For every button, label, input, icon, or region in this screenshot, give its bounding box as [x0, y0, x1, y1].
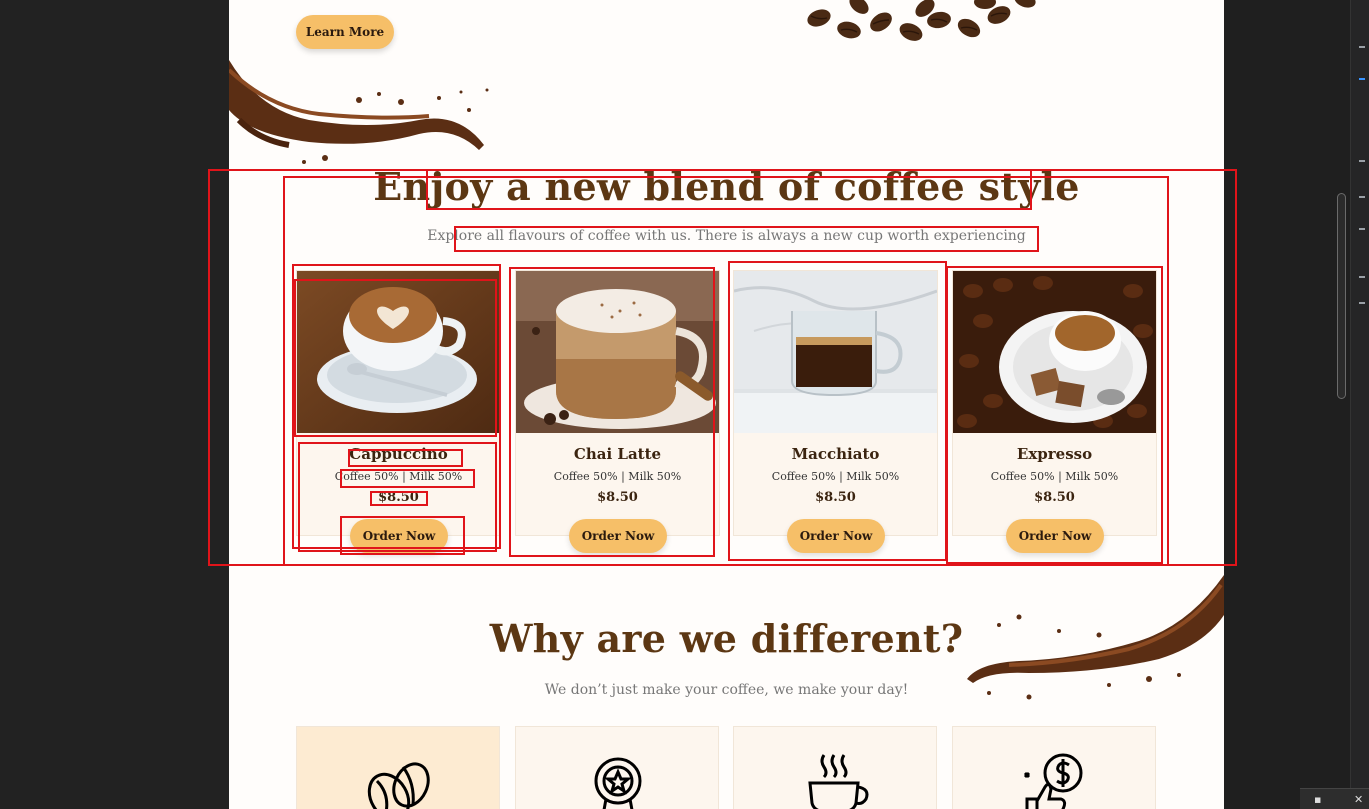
- product-description: Coffee 50% | Milk 50%: [771, 470, 900, 483]
- product-description: Coffee 50% | Milk 50%: [990, 470, 1119, 483]
- blend-section-subtitle: Explore all flavours of coffee with us. …: [427, 228, 1026, 244]
- learn-more-button[interactable]: Learn More: [296, 15, 394, 49]
- product-name: Macchiato: [791, 445, 880, 463]
- page-gutter: [1224, 0, 1350, 809]
- taskbar-tile[interactable]: ▪ ✕: [1300, 788, 1369, 809]
- order-now-button[interactable]: Order Now: [569, 519, 667, 553]
- coffee-beans-image: [807, 0, 1036, 41]
- product-price: $8.50: [1034, 490, 1075, 505]
- coffee-website-page: Learn More Enjoy a new blend of coffee s…: [229, 0, 1224, 809]
- cappuccino-image: [297, 271, 500, 433]
- product-price: $8.50: [815, 490, 856, 505]
- chocolate-splash-image: [229, 60, 489, 164]
- product-name: Chai Latte: [573, 445, 662, 463]
- product-card-expresso: Expresso Coffee 50% | Milk 50% $8.50 Ord…: [952, 270, 1157, 553]
- coffee-cup-icon: [808, 754, 869, 809]
- taskbar-icon: ▪: [1314, 793, 1322, 806]
- editor-scrollbar[interactable]: [1337, 193, 1346, 399]
- close-icon[interactable]: ✕: [1354, 793, 1363, 806]
- product-description: Coffee 50% | Milk 50%: [334, 470, 463, 483]
- order-now-button[interactable]: Order Now: [1006, 519, 1104, 553]
- feature-card: [733, 726, 937, 809]
- espresso-image: [953, 271, 1156, 433]
- feature-card: [296, 726, 500, 809]
- product-name: Cappuccino: [349, 445, 448, 463]
- product-description: Coffee 50% | Milk 50%: [553, 470, 682, 483]
- product-name: Expresso: [1016, 445, 1093, 463]
- order-now-button[interactable]: Order Now: [787, 519, 885, 553]
- product-price: $8.50: [597, 490, 638, 505]
- blend-section-title: Enjoy a new blend of coffee style: [373, 164, 1080, 209]
- macchiato-image: [734, 271, 937, 433]
- why-section-subtitle: We don’t just make your coffee, we make …: [544, 682, 909, 698]
- product-price: $8.50: [378, 490, 419, 505]
- coffee-bean-icon: [367, 762, 430, 809]
- devtools-side-panel: [1350, 0, 1369, 809]
- product-card-macchiato: Macchiato Coffee 50% | Milk 50% $8.50 Or…: [733, 270, 938, 553]
- why-section-title: Why are we different?: [489, 616, 964, 661]
- chai-latte-image: [516, 271, 719, 433]
- thumbs-up-money-icon: [1023, 753, 1083, 809]
- order-now-button[interactable]: Order Now: [350, 519, 448, 553]
- award-badge-icon: [594, 757, 642, 809]
- feature-card: [952, 726, 1156, 809]
- feature-card: [515, 726, 719, 809]
- product-card-cappuccino: Cappuccino Coffee 50% | Milk 50% $8.50 O…: [296, 270, 501, 553]
- product-card-chai-latte: Chai Latte Coffee 50% | Milk 50% $8.50 O…: [515, 270, 720, 553]
